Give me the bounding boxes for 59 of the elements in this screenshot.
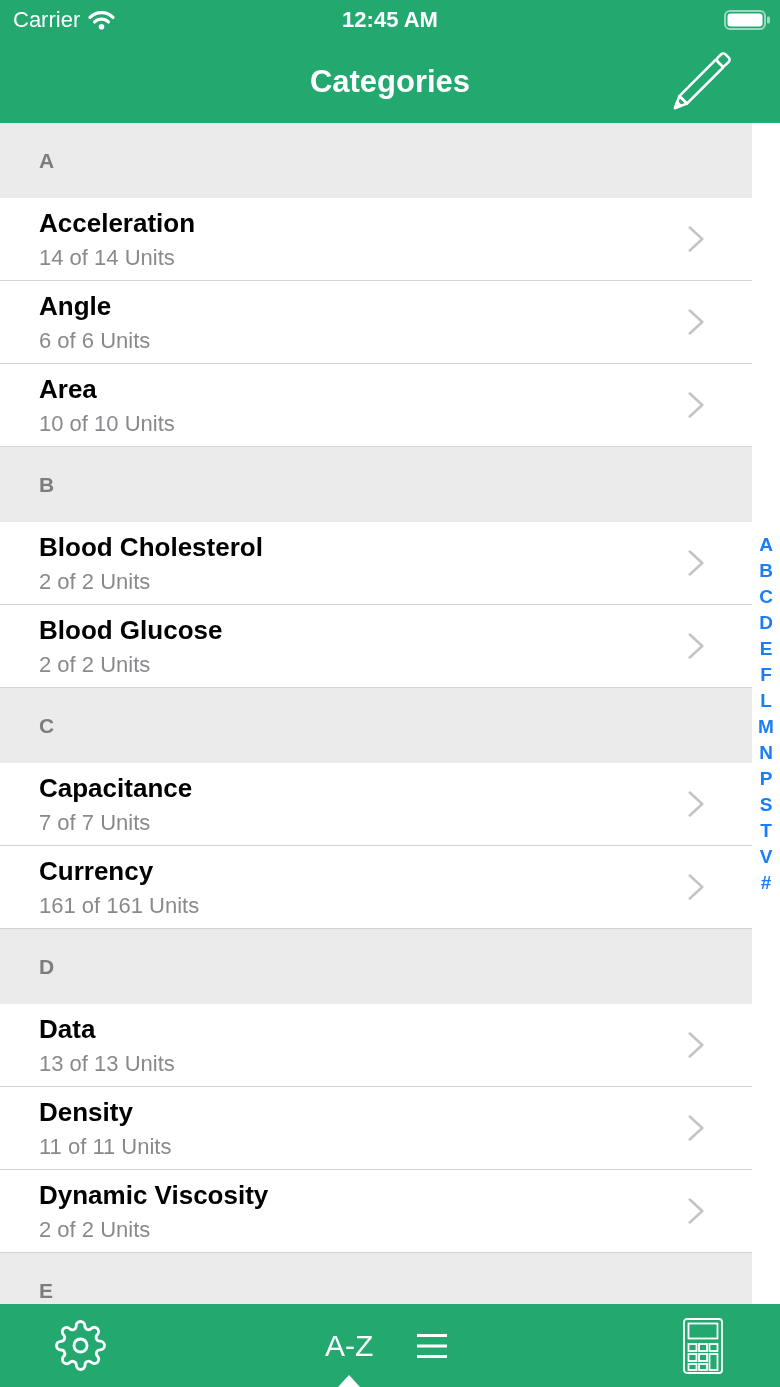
chevron-icon [688,550,704,576]
index-letter[interactable]: B [759,557,773,584]
category-name: Currency [39,856,155,886]
section-letter: D [39,954,55,979]
battery-icon [724,10,770,30]
calculator-icon [683,1317,724,1374]
unit-count: 14 of 14 Units [39,245,176,271]
unit-count: 13 of 13 Units [39,1051,176,1077]
chevron-icon [688,309,704,335]
category-name: Angle [39,291,113,321]
index-letter[interactable]: S [759,791,773,818]
index-letter[interactable]: T [760,817,772,844]
index-letter[interactable]: F [760,661,772,688]
unit-count: 11 of 11 Units [39,1134,173,1160]
category-name: Capacitance [39,773,194,803]
chevron-icon [688,226,704,252]
chevron-icon [688,392,704,418]
category-name: Blood Glucose [39,615,224,645]
section-letter: E [39,1278,53,1303]
unit-count: 7 of 7 Units [39,810,152,836]
section-letter: C [39,713,55,738]
unit-count: 6 of 6 Units [39,328,152,354]
unit-count: 10 of 10 Units [39,411,176,437]
index-letter[interactable]: D [759,609,773,636]
unit-count: 161 of 161 Units [39,893,201,919]
wifi-icon [88,10,116,30]
time-label: 12:45 AM [342,7,438,33]
index-letter[interactable]: # [760,869,772,896]
carrier-label: Carrier [13,7,81,33]
screen-title: Categories [309,62,471,101]
index-letter[interactable]: N [759,739,773,766]
chevron-icon [688,791,704,817]
category-name: Area [39,374,98,404]
unit-count: 2 of 2 Units [39,569,152,595]
index-letter[interactable]: P [759,765,773,792]
index-letter[interactable]: V [759,843,773,870]
list-icon [417,1333,448,1358]
index-letter[interactable]: L [760,687,772,714]
chevron-icon [688,1115,704,1141]
unit-count: 2 of 2 Units [39,652,152,678]
category-name: Density [39,1097,134,1127]
unit-count: 2 of 2 Units [39,1217,152,1243]
index-letter[interactable]: A [759,531,773,558]
section-letter: A [39,148,55,173]
chevron-icon [688,1032,704,1058]
category-name: Acceleration [39,208,197,238]
chevron-icon [688,1198,704,1224]
category-name: Dynamic Viscosity [39,1180,270,1210]
gear-icon [55,1320,106,1371]
category-name: Data [39,1014,97,1044]
section-letter: B [39,472,55,497]
alphabetical-tab[interactable]: A-Z [325,1304,374,1387]
chevron-icon [688,633,704,659]
category-name: Blood Cholesterol [39,532,264,562]
index-letter[interactable]: C [759,583,773,610]
index-letter[interactable]: E [759,635,773,662]
selection-triangle-icon [338,1375,361,1387]
chevron-icon [688,874,704,900]
index-letter[interactable]: M [758,713,774,740]
